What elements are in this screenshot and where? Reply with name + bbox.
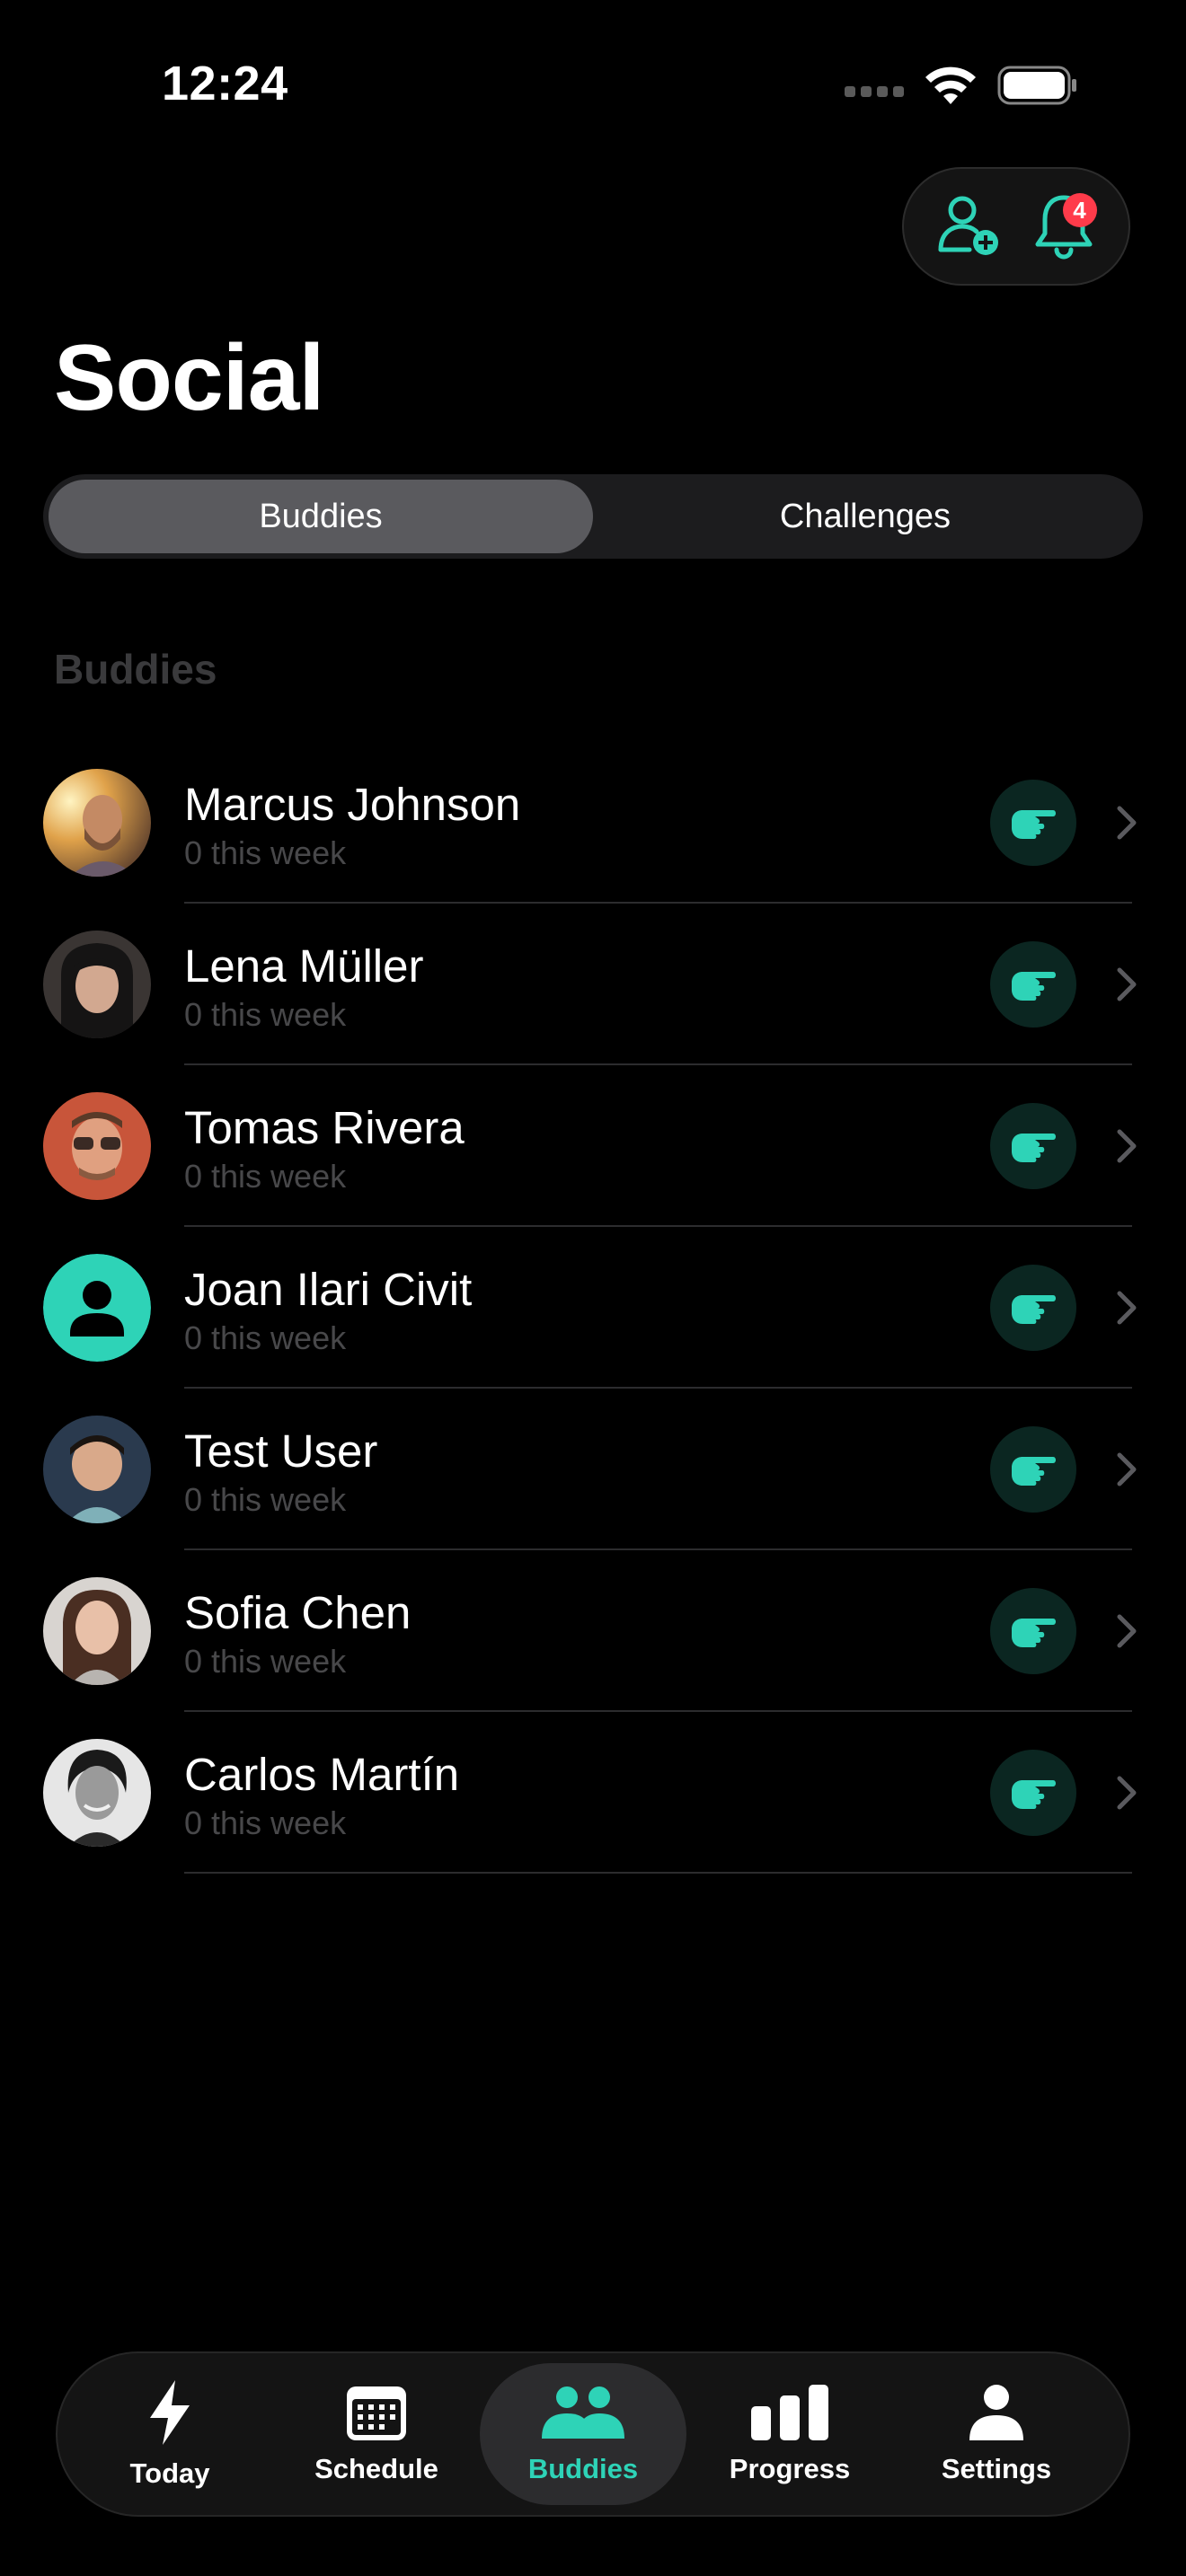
header-actions: 4: [902, 167, 1130, 286]
segment-challenges[interactable]: Challenges: [593, 480, 1137, 553]
pointing-hand-icon: [1012, 972, 1056, 1001]
add-person-icon: [938, 196, 998, 255]
pointing-hand-icon: [1012, 1780, 1056, 1809]
section-header: Buddies: [54, 646, 217, 693]
pointing-hand-icon: [1012, 810, 1056, 839]
pointing-hand-icon: [1012, 1295, 1056, 1324]
buddy-row[interactable]: Lena Müller 0 this week: [0, 904, 1186, 1065]
calendar-icon: [347, 2386, 406, 2440]
buddy-weekly-count: 0 this week: [184, 1158, 347, 1195]
chevron-right-icon: [1117, 1452, 1137, 1486]
buddy-row[interactable]: Test User 0 this week: [0, 1389, 1186, 1550]
tab-settings[interactable]: Settings: [893, 2363, 1100, 2505]
buddy-name: Lena Müller: [184, 940, 424, 992]
status-icons: [845, 65, 1078, 106]
poke-button[interactable]: [990, 1103, 1076, 1189]
bar-chart-icon: [751, 2385, 828, 2440]
notifications-button[interactable]: 4: [1023, 186, 1104, 267]
tab-today[interactable]: Today: [66, 2363, 273, 2505]
chevron-right-icon: [1117, 1614, 1137, 1648]
bolt-icon: [150, 2380, 190, 2445]
poke-button[interactable]: [990, 1426, 1076, 1513]
add-buddy-button[interactable]: [929, 186, 1010, 267]
tab-label: Today: [129, 2457, 210, 2489]
default-person-icon: [43, 1254, 151, 1362]
buddy-row[interactable]: Sofia Chen 0 this week: [0, 1550, 1186, 1712]
buddy-name: Tomas Rivera: [184, 1102, 465, 1153]
poke-button[interactable]: [990, 1588, 1076, 1674]
buddy-row[interactable]: Joan Ilari Civit 0 this week: [0, 1227, 1186, 1389]
chevron-right-icon: [1117, 967, 1137, 1001]
pointing-hand-icon: [1012, 1619, 1056, 1647]
buddy-row[interactable]: Tomas Rivera 0 this week: [0, 1065, 1186, 1227]
buddy-name: Marcus Johnson: [184, 779, 521, 830]
buddies-list: Marcus Johnson 0 this week Lena Müller 0…: [0, 742, 1186, 1874]
pointing-hand-icon: [1012, 1134, 1056, 1162]
buddy-name: Carlos Martín: [184, 1749, 460, 1800]
buddy-row[interactable]: Carlos Martín 0 this week: [0, 1712, 1186, 1874]
poke-button[interactable]: [990, 1265, 1076, 1351]
avatar: [43, 1739, 151, 1847]
avatar: [43, 1416, 151, 1523]
tab-label: Buddies: [527, 2453, 639, 2484]
people-icon: [542, 2386, 624, 2439]
tab-buddies[interactable]: Buddies: [480, 2363, 686, 2505]
person-icon: [969, 2385, 1023, 2440]
tab-label: Settings: [941, 2453, 1052, 2484]
buddy-weekly-count: 0 this week: [184, 1804, 347, 1841]
buddy-name: Joan Ilari Civit: [184, 1264, 473, 1315]
status-time: 12:24: [162, 57, 288, 110]
chevron-right-icon: [1117, 1291, 1137, 1325]
tab-label: Schedule: [314, 2453, 438, 2484]
tab-bar: Today Schedule Buddies Progress Settings: [56, 2351, 1130, 2517]
poke-button[interactable]: [990, 780, 1076, 866]
avatar: [43, 1254, 151, 1362]
buddy-weekly-count: 0 this week: [184, 996, 347, 1033]
buddy-name: Sofia Chen: [184, 1587, 412, 1638]
tab-label: Progress: [729, 2453, 851, 2484]
battery-icon: [997, 66, 1076, 105]
avatar: [43, 769, 151, 877]
tab-schedule[interactable]: Schedule: [273, 2363, 480, 2505]
wifi-icon: [925, 66, 976, 104]
segmented-control: Buddies Challenges: [43, 474, 1143, 559]
buddy-weekly-count: 0 this week: [184, 1643, 347, 1680]
page-title: Social: [54, 326, 324, 430]
avatar: [43, 931, 151, 1038]
avatar: [43, 1092, 151, 1200]
notification-badge: 4: [1062, 193, 1097, 227]
pointing-hand-icon: [1012, 1457, 1056, 1486]
tab-progress[interactable]: Progress: [686, 2363, 893, 2505]
buddy-weekly-count: 0 this week: [184, 1319, 347, 1356]
divider: [184, 1872, 1132, 1874]
buddy-weekly-count: 0 this week: [184, 834, 347, 871]
chevron-right-icon: [1117, 1129, 1137, 1163]
buddy-name: Test User: [184, 1425, 378, 1477]
poke-button[interactable]: [990, 1750, 1076, 1836]
cellular-signal-icon: [845, 86, 904, 97]
poke-button[interactable]: [990, 941, 1076, 1028]
buddy-weekly-count: 0 this week: [184, 1481, 347, 1518]
buddy-row[interactable]: Marcus Johnson 0 this week: [0, 742, 1186, 904]
segment-buddies[interactable]: Buddies: [49, 480, 593, 553]
avatar: [43, 1577, 151, 1685]
chevron-right-icon: [1117, 806, 1137, 840]
chevron-right-icon: [1117, 1776, 1137, 1810]
